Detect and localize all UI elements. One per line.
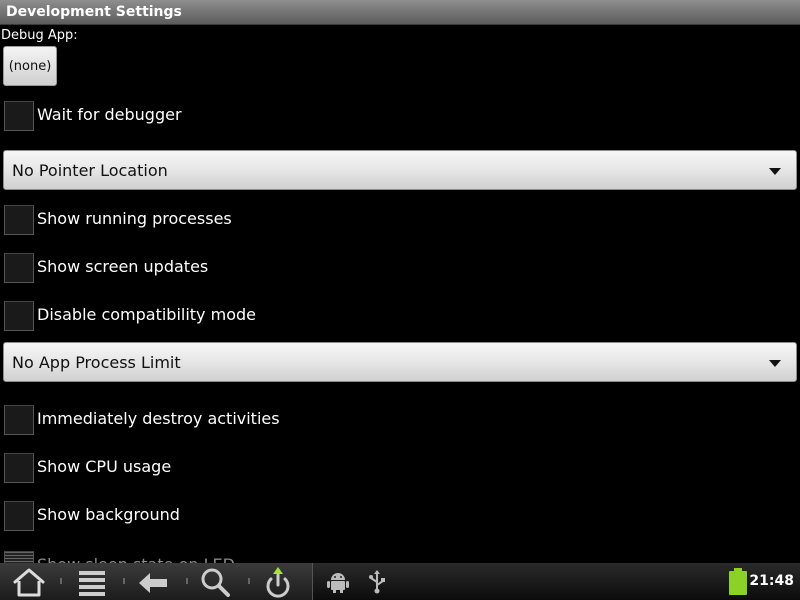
search-icon bbox=[201, 568, 230, 597]
wait-for-debugger-label: Wait for debugger bbox=[37, 105, 182, 124]
setting-partial-item[interactable]: Show sleep state on LED bbox=[0, 549, 800, 563]
screen: Development Settings Debug App: (none) W… bbox=[0, 0, 800, 600]
search-button[interactable] bbox=[196, 565, 236, 599]
setting-disable-compat-mode[interactable]: Disable compatibility mode bbox=[0, 300, 800, 332]
show-running-processes-checkbox[interactable] bbox=[4, 205, 34, 235]
setting-show-cpu-usage[interactable]: Show CPU usage bbox=[0, 452, 800, 484]
setting-show-running-processes[interactable]: Show running processes bbox=[0, 204, 800, 236]
partial-item-checkbox[interactable] bbox=[4, 551, 34, 563]
wait-for-debugger-checkbox[interactable] bbox=[4, 101, 34, 131]
pointer-location-dropdown[interactable]: No Pointer Location bbox=[3, 150, 797, 190]
setting-show-background[interactable]: Show background bbox=[0, 500, 800, 532]
back-icon bbox=[139, 573, 167, 593]
nav-separator bbox=[123, 578, 125, 584]
nav-separator bbox=[60, 578, 62, 584]
back-button[interactable] bbox=[133, 565, 173, 599]
debug-app-button[interactable]: (none) bbox=[3, 46, 57, 86]
system-bar: 21:48 bbox=[0, 563, 800, 600]
power-icon bbox=[266, 567, 290, 598]
debug-app-label: Debug App: bbox=[1, 28, 78, 43]
menu-button[interactable] bbox=[72, 565, 112, 599]
usb-icon bbox=[369, 570, 385, 594]
battery-icon bbox=[729, 568, 747, 595]
clock: 21:48 bbox=[749, 573, 794, 589]
title-bar: Development Settings bbox=[0, 0, 800, 25]
disable-compat-mode-label: Disable compatibility mode bbox=[37, 305, 256, 324]
app-process-limit-dropdown[interactable]: No App Process Limit bbox=[3, 342, 797, 382]
chevron-down-icon bbox=[769, 168, 781, 175]
show-screen-updates-label: Show screen updates bbox=[37, 257, 209, 276]
pointer-location-value: No Pointer Location bbox=[12, 161, 168, 180]
navigation-buttons bbox=[0, 563, 313, 600]
menu-icon bbox=[79, 571, 105, 596]
debug-app-value: (none) bbox=[8, 58, 52, 74]
show-running-processes-label: Show running processes bbox=[37, 209, 232, 228]
nav-separator bbox=[186, 578, 188, 584]
partial-item-label: Show sleep state on LED bbox=[37, 555, 235, 563]
show-screen-updates-checkbox[interactable] bbox=[4, 253, 34, 283]
disable-compat-mode-checkbox[interactable] bbox=[4, 301, 34, 331]
power-button[interactable] bbox=[258, 565, 298, 599]
destroy-activities-label: Immediately destroy activities bbox=[37, 409, 280, 428]
show-background-label: Show background bbox=[37, 505, 180, 524]
destroy-activities-checkbox[interactable] bbox=[4, 405, 34, 435]
app-process-limit-value: No App Process Limit bbox=[12, 353, 181, 372]
show-cpu-usage-checkbox[interactable] bbox=[4, 453, 34, 483]
setting-show-screen-updates[interactable]: Show screen updates bbox=[0, 252, 800, 284]
show-background-checkbox[interactable] bbox=[4, 501, 34, 531]
chevron-down-icon bbox=[769, 360, 781, 367]
settings-list[interactable]: Debug App: (none) Wait for debugger No P… bbox=[0, 25, 800, 563]
android-debug-icon bbox=[327, 573, 349, 593]
window-title: Development Settings bbox=[6, 4, 182, 20]
home-icon bbox=[13, 568, 45, 597]
setting-destroy-activities[interactable]: Immediately destroy activities bbox=[0, 404, 800, 436]
home-button[interactable] bbox=[9, 565, 49, 599]
nav-separator bbox=[248, 578, 250, 584]
setting-wait-for-debugger[interactable]: Wait for debugger bbox=[0, 100, 800, 132]
show-cpu-usage-label: Show CPU usage bbox=[37, 457, 172, 476]
